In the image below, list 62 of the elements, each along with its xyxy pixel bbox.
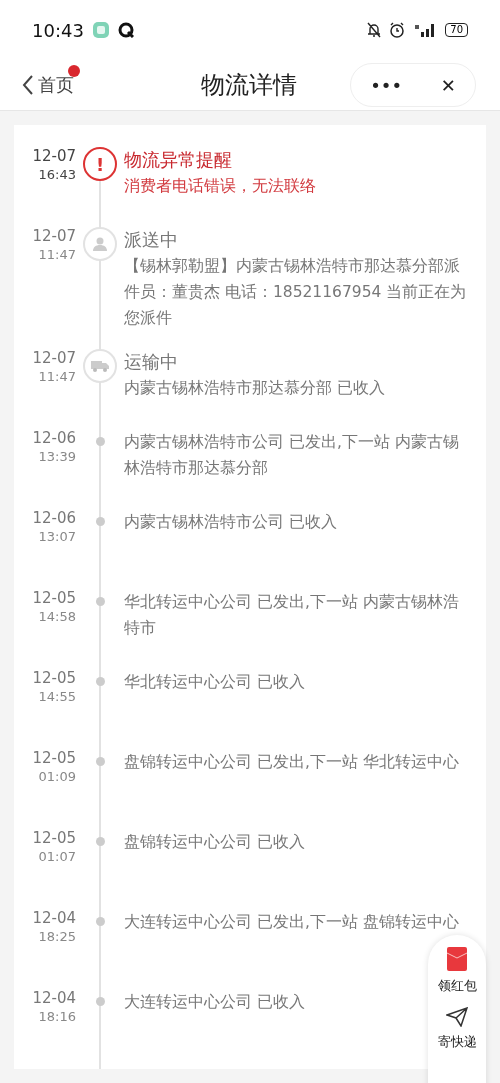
event-time: 13:39	[38, 449, 76, 464]
app-icon	[91, 21, 110, 39]
event-description: 内蒙古锡林浩特市公司 已发出,下一站 内蒙古锡林浩特市那达慕分部	[124, 432, 460, 479]
timeline-dot	[95, 677, 105, 686]
status-time: 10:43	[32, 19, 84, 41]
timeline-dot	[95, 837, 105, 846]
event-description: 华北转运中心公司 已发出,下一站 内蒙古锡林浩特市	[124, 592, 460, 639]
event-time: 01:09	[38, 769, 76, 784]
q-app-icon	[117, 22, 134, 38]
event-time: 16:43	[38, 167, 76, 182]
timeline-dot	[95, 517, 105, 526]
timeline-dot	[95, 997, 105, 1006]
event-title: 运输中	[124, 350, 179, 374]
event-time: 14:58	[38, 609, 76, 624]
muted-bell-icon	[367, 22, 382, 38]
back-button[interactable]: 首页	[22, 73, 74, 97]
event-description: 内蒙古锡林浩特市公司 已收入	[124, 512, 338, 533]
timeline-dot	[95, 917, 105, 926]
event-description: 盘锦转运中心公司 已发出,下一站 华北转运中心	[124, 752, 460, 773]
event-date: 12-05	[32, 589, 76, 607]
event-description: 华北转运中心公司 已收入	[124, 672, 306, 693]
floating-action-button[interactable]: 领红包	[437, 947, 477, 995]
event-time: 11:47	[38, 247, 76, 262]
back-chevron-icon	[22, 74, 34, 96]
event-date: 12-06	[32, 429, 76, 447]
event-date: 12-07	[32, 147, 76, 165]
event-date: 12-07	[32, 349, 76, 367]
event-date: 12-05	[32, 669, 76, 687]
page-title: 物流详情	[201, 70, 297, 101]
event-date: 12-04	[32, 989, 76, 1007]
more-button[interactable]: •••	[364, 74, 409, 96]
event-description: 大连转运中心公司 已发出,下一站 盘锦转运中心	[124, 912, 460, 933]
timeline-dot	[95, 597, 105, 606]
event-time: 01:07	[38, 849, 76, 864]
truck-icon	[83, 349, 117, 383]
event-description: 【锡林郭勒盟】内蒙古锡林浩特市那达慕分部派件员：董贵杰 电话：18521167954 当前正在为您派件	[124, 256, 468, 329]
event-time: 14:55	[38, 689, 76, 704]
paper-plane-icon	[446, 1007, 468, 1027]
event-title: 派送中	[124, 228, 179, 252]
event-description: 盘锦转运中心公司 已收入	[124, 832, 306, 853]
event-date: 12-04	[32, 909, 76, 927]
event-description: 消费者电话错误，无法联络	[124, 176, 317, 197]
event-time: 13:07	[38, 529, 76, 544]
alarm-icon	[389, 22, 406, 38]
battery-level: 70	[445, 23, 468, 37]
floating-action-button[interactable]: 寄快递	[437, 1007, 477, 1051]
event-description: 大连转运中心公司 已收入	[124, 992, 306, 1013]
close-button[interactable]: ✕	[434, 74, 462, 96]
event-description: 内蒙古锡林浩特市那达慕分部 已收入	[124, 378, 386, 399]
event-time: 11:47	[38, 369, 76, 384]
alert-icon: !	[83, 147, 117, 181]
event-time: 18:25	[38, 929, 76, 944]
person-icon	[83, 227, 117, 261]
event-title: 物流异常提醒	[124, 148, 233, 172]
timeline-dot	[95, 437, 105, 446]
event-date: 12-05	[32, 829, 76, 847]
event-date: 12-05	[32, 749, 76, 767]
event-date: 12-06	[32, 509, 76, 527]
envelope-icon	[447, 947, 467, 971]
timeline-dot	[95, 757, 105, 766]
event-time: 18:16	[38, 1009, 76, 1024]
event-date: 12-07	[32, 227, 76, 245]
